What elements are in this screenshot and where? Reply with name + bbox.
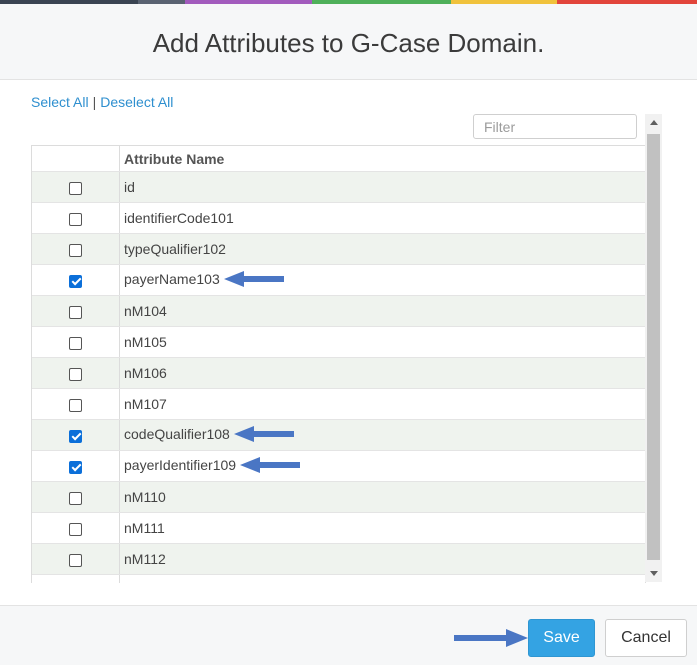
cancel-button[interactable]: Cancel bbox=[605, 619, 687, 657]
attribute-name-cell: nM106 bbox=[119, 357, 645, 389]
row-checkbox-cell bbox=[32, 171, 120, 203]
row-checkbox[interactable] bbox=[69, 553, 82, 567]
deselect-all-link[interactable]: Deselect All bbox=[100, 94, 173, 110]
attribute-name: identifierCode101 bbox=[124, 210, 234, 226]
attribute-name-cell: nM104 bbox=[119, 295, 645, 327]
row-checkbox[interactable] bbox=[69, 305, 82, 319]
row-checkbox[interactable] bbox=[69, 429, 82, 443]
table-row[interactable]: nM105 bbox=[32, 326, 645, 358]
arrow-down-icon bbox=[649, 571, 658, 576]
attribute-name: nM110 bbox=[124, 489, 166, 505]
row-checkbox[interactable] bbox=[69, 181, 82, 195]
table-row[interactable]: loop2010bb bbox=[32, 574, 645, 583]
row-checkbox-cell bbox=[32, 233, 120, 265]
row-checkbox-cell bbox=[32, 419, 120, 451]
attribute-name: loop2010bb bbox=[124, 582, 197, 583]
table-row[interactable]: nM107 bbox=[32, 388, 645, 420]
attribute-name: payerName103 bbox=[124, 270, 220, 287]
scroll-up-button[interactable] bbox=[645, 114, 662, 131]
filter-input[interactable] bbox=[473, 114, 637, 139]
attribute-name-cell: nM107 bbox=[119, 388, 645, 420]
dialog-header: Add Attributes to G-Case Domain. bbox=[0, 4, 697, 80]
annotation-arrow-icon bbox=[233, 425, 294, 445]
attribute-name-cell: identifierCode101 bbox=[119, 202, 645, 234]
row-checkbox[interactable] bbox=[69, 212, 82, 226]
table-row[interactable]: nM110 bbox=[32, 481, 645, 513]
row-checkbox-cell bbox=[32, 574, 120, 583]
attribute-name-cell: loop2010bb bbox=[119, 574, 645, 583]
attribute-name-header: Attribute Name bbox=[119, 146, 645, 172]
table-row[interactable]: nM106 bbox=[32, 357, 645, 389]
row-checkbox-cell bbox=[32, 388, 120, 420]
row-checkbox[interactable] bbox=[69, 460, 82, 474]
attribute-name-cell: nM110 bbox=[119, 481, 645, 513]
attribute-name: nM111 bbox=[124, 520, 165, 536]
link-separator: | bbox=[92, 94, 97, 110]
attribute-name: nM106 bbox=[124, 365, 167, 381]
attribute-name-cell: typeQualifier102 bbox=[119, 233, 645, 265]
table-row[interactable]: payerIdentifier109 bbox=[32, 450, 645, 482]
row-checkbox[interactable] bbox=[69, 274, 82, 288]
table-row[interactable]: id bbox=[32, 171, 645, 203]
attribute-name-cell: nM111 bbox=[119, 512, 645, 544]
table-row[interactable]: codeQualifier108 bbox=[32, 419, 645, 451]
row-checkbox[interactable] bbox=[69, 243, 82, 257]
attribute-name: id bbox=[124, 179, 135, 195]
attribute-name-cell: codeQualifier108 bbox=[119, 419, 645, 451]
save-button[interactable]: Save bbox=[528, 619, 595, 657]
attributes-table: Attribute Name id identifierCode101 typeQu… bbox=[31, 145, 646, 583]
attribute-name-cell: nM112 bbox=[119, 543, 645, 575]
scroll-thumb[interactable] bbox=[647, 134, 660, 560]
attribute-name: nM107 bbox=[124, 396, 167, 412]
table-row[interactable]: typeQualifier102 bbox=[32, 233, 645, 265]
table-row[interactable]: nM111 bbox=[32, 512, 645, 544]
checkbox-column-header bbox=[32, 146, 120, 172]
arrow-up-icon bbox=[649, 120, 658, 125]
selection-links: Select All | Deselect All bbox=[31, 94, 173, 110]
row-checkbox-cell bbox=[32, 543, 120, 575]
row-checkbox[interactable] bbox=[69, 367, 82, 381]
row-checkbox-cell bbox=[32, 326, 120, 358]
vertical-scrollbar[interactable] bbox=[645, 114, 662, 582]
annotation-arrow-icon bbox=[454, 629, 528, 647]
table-row[interactable]: nM104 bbox=[32, 295, 645, 327]
select-all-link[interactable]: Select All bbox=[31, 94, 89, 110]
row-checkbox[interactable] bbox=[69, 336, 82, 350]
annotation-arrow-icon bbox=[223, 270, 284, 290]
table-row[interactable]: payerName103 bbox=[32, 264, 645, 296]
table-header-row: Attribute Name bbox=[32, 146, 645, 172]
row-checkbox-cell bbox=[32, 357, 120, 389]
attribute-name-cell: nM105 bbox=[119, 326, 645, 358]
row-checkbox-cell bbox=[32, 512, 120, 544]
row-checkbox-cell bbox=[32, 264, 120, 296]
dialog-title: Add Attributes to G-Case Domain. bbox=[152, 28, 545, 58]
attribute-name: nM105 bbox=[124, 334, 167, 350]
attribute-name-cell: payerIdentifier109 bbox=[119, 450, 645, 482]
scroll-down-button[interactable] bbox=[645, 565, 662, 582]
attribute-name: payerIdentifier109 bbox=[124, 456, 237, 473]
row-checkbox[interactable] bbox=[69, 398, 82, 412]
table-row[interactable]: identifierCode101 bbox=[32, 202, 645, 234]
attribute-name: nM112 bbox=[124, 551, 166, 567]
attribute-name: codeQualifier108 bbox=[124, 425, 230, 442]
row-checkbox-cell bbox=[32, 450, 120, 482]
attribute-name: typeQualifier102 bbox=[124, 241, 226, 257]
row-checkbox-cell bbox=[32, 295, 120, 327]
attribute-name-cell: payerName103 bbox=[119, 264, 645, 296]
attribute-name-cell: id bbox=[119, 171, 645, 203]
row-checkbox-cell bbox=[32, 481, 120, 513]
row-checkbox[interactable] bbox=[69, 491, 82, 505]
row-checkbox[interactable] bbox=[69, 522, 82, 536]
row-checkbox-cell bbox=[32, 202, 120, 234]
attribute-name: nM104 bbox=[124, 303, 167, 319]
annotation-arrow-icon bbox=[240, 456, 301, 476]
table-row[interactable]: nM112 bbox=[32, 543, 645, 575]
